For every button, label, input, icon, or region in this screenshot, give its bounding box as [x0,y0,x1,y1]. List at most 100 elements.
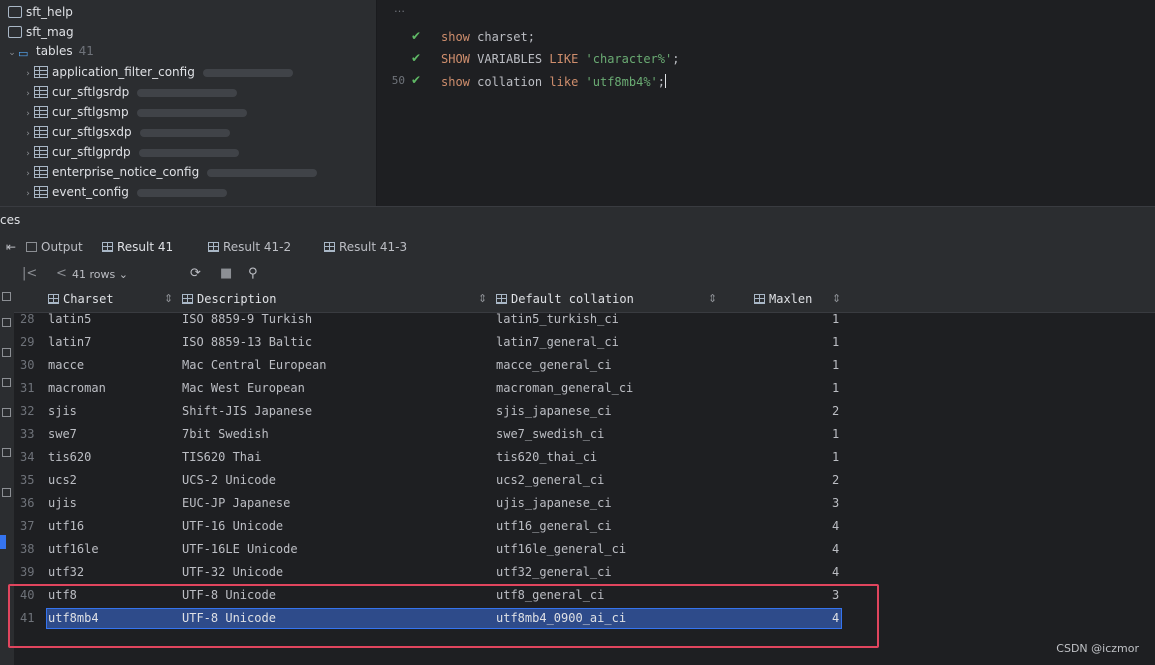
table-row[interactable]: 35 ucs2 UCS-2 Unicode ucs2_general_ci 2 [14,469,1155,492]
sort-icon[interactable]: ⇕ [164,292,173,305]
table-row[interactable]: 40 utf8 UTF-8 Unicode utf8_general_ci 3 [14,584,1155,607]
table-row[interactable]: 31 macroman Mac West European macroman_gene… [14,377,1155,400]
cell-description[interactable]: Mac Central European [182,354,327,377]
cell-default-collation[interactable]: latin5_turkish_ci [496,308,619,331]
cell-default-collation[interactable]: utf8_general_ci [496,584,604,607]
cell-charset[interactable]: utf32 [48,561,84,584]
cell-charset[interactable]: utf8 [48,584,77,607]
table-row[interactable]: 41 utf8mb4 UTF-8 Unicode utf8mb4_0900_ai_ci… [14,607,1155,630]
cell-description[interactable]: Mac West European [182,377,305,400]
cell-default-collation[interactable]: utf16le_general_ci [496,538,626,561]
tree-table-item[interactable]: › cur_sftlgsrdp [22,82,238,104]
result-grid[interactable]: Charset ⇕ Description ⇕ Default collation ⇕ Ma… [14,288,1155,665]
cell-charset[interactable]: utf16 [48,515,84,538]
cell-default-collation[interactable]: macroman_general_ci [496,377,633,400]
cell-charset[interactable]: macroman [48,377,106,400]
sql-editor[interactable]: … ✔ show charset; ✔ SHOW VARIABLES LIKE 'ch… [377,0,1155,206]
table-row[interactable]: 32 sjis Shift-JIS Japanese sjis_japanese_ci… [14,400,1155,423]
chevron-right-icon[interactable]: › [22,84,34,104]
column-header[interactable]: Maxlen [754,292,812,306]
pin-icon[interactable]: ⚲ [248,266,258,281]
table-row[interactable]: 34 tis620 TIS620 Thai tis620_thai_ci 1 [14,446,1155,469]
table-row[interactable]: 29 latin7 ISO 8859-13 Baltic latin7_general… [14,331,1155,354]
cell-description[interactable]: EUC-JP Japanese [182,492,290,515]
chevron-right-icon[interactable]: › [22,124,34,144]
cell-charset[interactable]: utf16le [48,538,99,561]
cell-maxlen[interactable]: 1 [832,423,839,446]
side-tool-icon[interactable] [2,408,11,417]
cell-description[interactable]: TIS620 Thai [182,446,261,469]
column-header[interactable]: Default collation [496,292,634,306]
cell-description[interactable]: Shift-JIS Japanese [182,400,312,423]
table-row[interactable]: 38 utf16le UTF-16LE Unicode utf16le_general… [14,538,1155,561]
cell-default-collation[interactable]: utf32_general_ci [496,561,612,584]
cell-default-collation[interactable]: sjis_japanese_ci [496,400,612,423]
side-tool-icon[interactable] [2,318,11,327]
cell-description[interactable]: UTF-8 Unicode [182,607,276,630]
cell-description[interactable]: UTF-32 Unicode [182,561,283,584]
sort-icon[interactable]: ⇕ [708,292,717,305]
cell-description[interactable]: UTF-8 Unicode [182,584,276,607]
cell-maxlen[interactable]: 1 [832,331,839,354]
tree-schema-item[interactable]: sft_help [8,2,73,22]
cell-default-collation[interactable]: macce_general_ci [496,354,612,377]
cell-charset[interactable]: latin5 [48,308,91,331]
code-line[interactable]: show collation like 'utf8mb4%'; [441,74,667,89]
table-row[interactable]: 37 utf16 UTF-16 Unicode utf16_general_ci 4 [14,515,1155,538]
column-header[interactable]: Charset [48,292,114,306]
chevron-right-icon[interactable]: › [22,164,34,184]
tree-table-item[interactable]: › cur_sftlgprdp [22,142,239,162]
tree-table-item[interactable]: › application_filter_config [22,62,293,82]
code-line[interactable]: SHOW VARIABLES LIKE 'character%'; [441,52,679,66]
first-page-icon[interactable]: |< [22,266,37,281]
cell-maxlen[interactable]: 1 [832,377,839,400]
cell-charset[interactable]: tis620 [48,446,91,469]
table-row[interactable]: 28 latin5 ISO 8859-9 Turkish latin5_turkish… [14,308,1155,331]
tab-output[interactable]: Output [26,234,83,262]
cell-charset[interactable]: sjis [48,400,77,423]
cell-maxlen[interactable]: 3 [832,492,839,515]
tab-result-41-3[interactable]: Result 41-3 [324,234,407,262]
cell-charset[interactable]: swe7 [48,423,77,446]
table-row[interactable]: 36 ujis EUC-JP Japanese ujis_japanese_ci 3 [14,492,1155,515]
cell-default-collation[interactable]: utf16_general_ci [496,515,612,538]
sort-icon[interactable]: ⇕ [478,292,487,305]
tabs-pin-icon[interactable]: ⇤ [6,234,16,262]
cell-maxlen[interactable]: 2 [832,400,839,423]
tree-table-item[interactable]: › event_config [22,182,227,202]
cell-charset[interactable]: utf8mb4 [48,607,99,630]
side-tool-icon[interactable] [2,378,11,387]
cell-description[interactable]: UTF-16 Unicode [182,515,283,538]
side-tool-icon[interactable] [2,488,11,497]
side-tool-icon[interactable] [2,448,11,457]
cell-maxlen[interactable]: 4 [832,538,839,561]
tree-schema-item[interactable]: sft_mag [8,22,74,42]
cell-default-collation[interactable]: latin7_general_ci [496,331,619,354]
tab-result-41-2[interactable]: Result 41-2 [208,234,291,262]
cell-default-collation[interactable]: ujis_japanese_ci [496,492,612,515]
stop-icon[interactable]: ■ [220,266,232,281]
chevron-down-icon[interactable]: ⌄ [6,43,18,63]
cell-default-collation[interactable]: utf8mb4_0900_ai_ci [496,607,626,630]
cell-description[interactable]: 7bit Swedish [182,423,269,446]
code-line[interactable]: show charset; [441,30,535,44]
cell-default-collation[interactable]: swe7_swedish_ci [496,423,604,446]
cell-maxlen[interactable]: 4 [832,515,839,538]
cell-default-collation[interactable]: tis620_thai_ci [496,446,597,469]
chevron-right-icon[interactable]: › [22,184,34,204]
cell-description[interactable]: UTF-16LE Unicode [182,538,298,561]
refresh-icon[interactable]: ⟳ [190,266,201,281]
chevron-right-icon[interactable]: › [22,104,34,124]
table-row[interactable]: 33 swe7 7bit Swedish swe7_swedish_ci 1 [14,423,1155,446]
cell-maxlen[interactable]: 2 [832,469,839,492]
cell-maxlen[interactable]: 1 [832,308,839,331]
table-row[interactable]: 30 macce Mac Central European macce_general… [14,354,1155,377]
chevron-right-icon[interactable]: › [22,64,34,84]
column-header[interactable]: Description [182,292,276,306]
side-tool-icon[interactable] [2,348,11,357]
cell-charset[interactable]: ucs2 [48,469,77,492]
table-row[interactable]: 39 utf32 UTF-32 Unicode utf32_general_ci 4 [14,561,1155,584]
tree-table-item[interactable]: › cur_sftlgsmp [22,102,247,122]
cell-maxlen[interactable]: 3 [832,584,839,607]
tab-result-41[interactable]: Result 41 [102,234,174,264]
